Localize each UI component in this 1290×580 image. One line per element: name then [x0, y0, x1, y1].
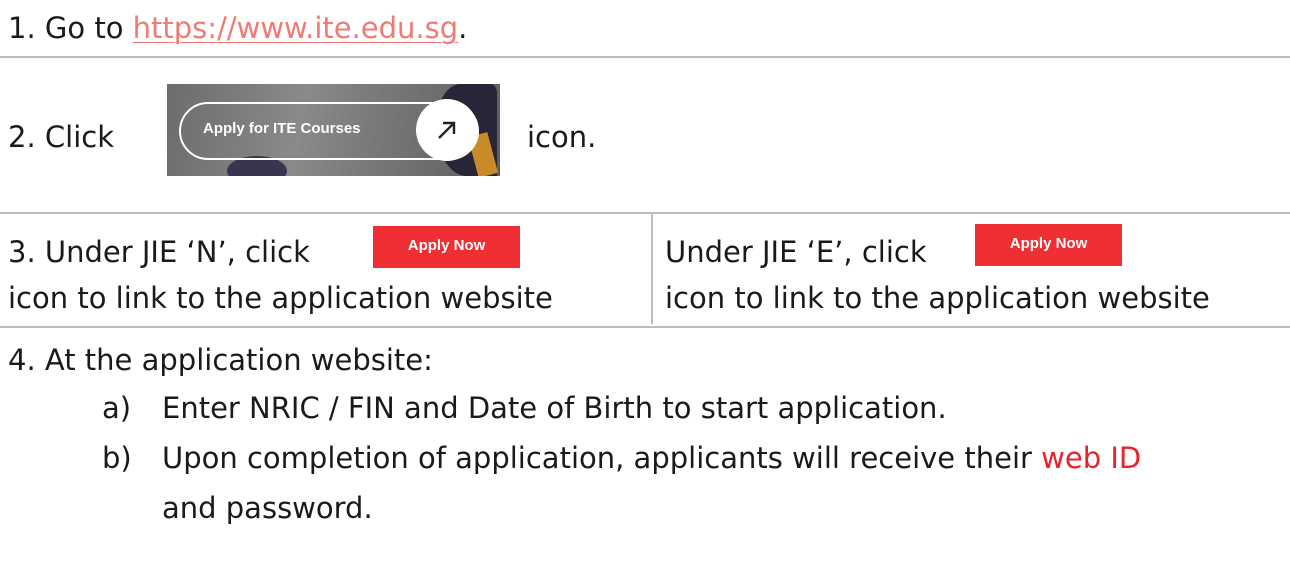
- list-marker-b: b): [102, 441, 132, 475]
- step-2-tail: icon.: [527, 120, 597, 154]
- step-4-row: 4. At the application website: a) Enter …: [0, 332, 1290, 580]
- step-3-right-line-1: Under JIE ‘E’, click: [665, 235, 927, 269]
- apply-for-ite-courses-banner[interactable]: Apply for ITE Courses: [167, 84, 500, 176]
- step-3-left-line-2: icon to link to the application website: [8, 281, 553, 315]
- step-1-prefix: 1. Go to: [8, 11, 133, 45]
- list-item-b-text: Upon completion of application, applican…: [162, 441, 1042, 475]
- step-3-row: 3. Under JIE ‘N’, click Apply Now icon t…: [0, 214, 1290, 324]
- step-2-row: 2. Click Apply for ITE Courses icon.: [0, 62, 1290, 206]
- divider: [0, 56, 1290, 58]
- list-item-a: Enter NRIC / FIN and Date of Birth to st…: [162, 391, 947, 425]
- list-item-b-continuation: and password.: [162, 491, 373, 525]
- list-marker-a: a): [102, 391, 132, 425]
- step-3-left-line-1: 3. Under JIE ‘N’, click: [8, 235, 310, 269]
- column-divider: [651, 214, 653, 324]
- step-4-heading: 4. At the application website:: [8, 343, 433, 377]
- divider: [0, 326, 1290, 328]
- arrow-up-right-icon[interactable]: [416, 99, 478, 161]
- apply-now-button-e[interactable]: Apply Now: [975, 224, 1122, 266]
- list-item-b: Upon completion of application, applican…: [162, 438, 1141, 478]
- ite-website-link[interactable]: https://www.ite.edu.sg: [133, 11, 459, 45]
- web-id-highlight: web ID: [1041, 441, 1142, 475]
- apply-now-button-n[interactable]: Apply Now: [373, 226, 520, 268]
- step-2-lead: 2. Click: [8, 120, 114, 154]
- apply-for-ite-courses-label: Apply for ITE Courses: [203, 120, 361, 137]
- instructions-page: 1. Go to https://www.ite.edu.sg. 2. Clic…: [0, 0, 1290, 580]
- step-3-right-line-2: icon to link to the application website: [665, 281, 1210, 315]
- step-1-text: 1. Go to https://www.ite.edu.sg.: [8, 8, 467, 48]
- step-1-row: 1. Go to https://www.ite.edu.sg.: [0, 0, 1290, 56]
- step-1-suffix: .: [458, 11, 468, 45]
